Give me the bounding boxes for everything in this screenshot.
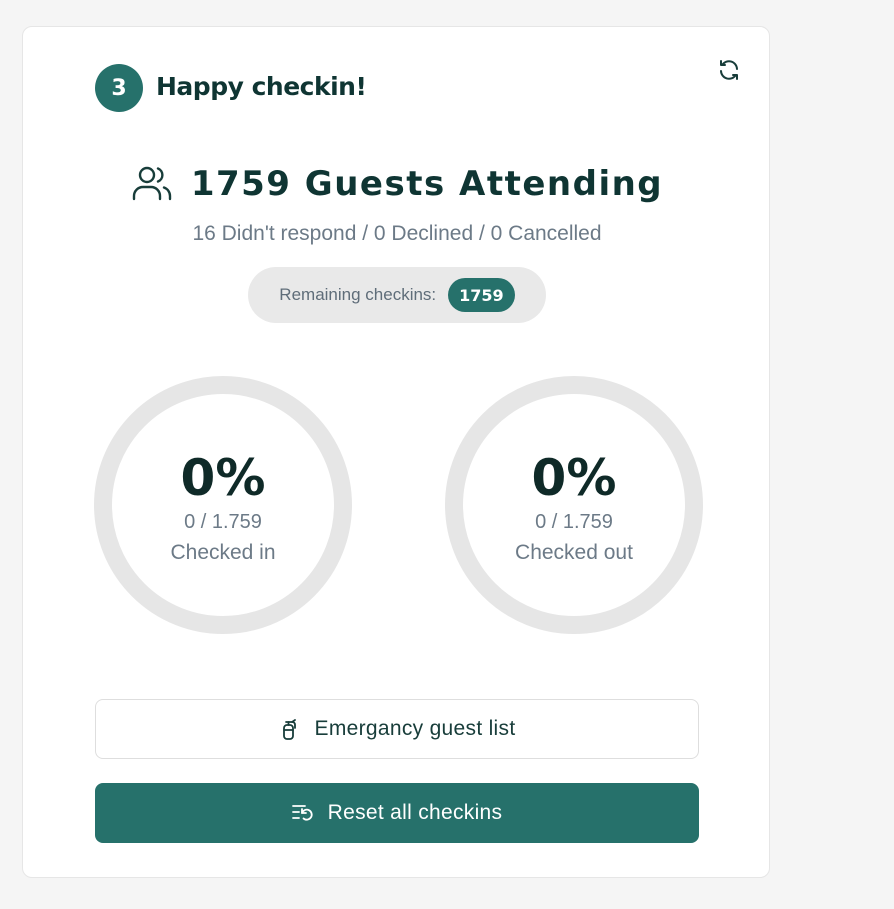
remaining-checkins-label: Remaining checkins: xyxy=(279,285,437,304)
response-summary: 16 Didn't respond / 0 Declined / 0 Cance… xyxy=(192,222,602,245)
refresh-button[interactable] xyxy=(716,57,742,83)
checked-in-percent: 0% xyxy=(180,449,266,507)
emergency-guest-list-button[interactable]: Emergancy guest list xyxy=(95,699,699,759)
checked-in-fraction: 0 / 1.759 xyxy=(184,511,262,533)
checkin-card: 3 Happy checkin! 1759 Guests Attending 1… xyxy=(22,26,770,878)
refresh-icon xyxy=(720,60,738,80)
step-number-badge: 3 xyxy=(95,64,143,112)
checked-out-label: Checked out xyxy=(515,541,633,564)
step-number: 3 xyxy=(111,75,127,101)
emergency-guest-list-label: Emergancy guest list xyxy=(314,717,516,740)
guests-attending-heading: 1759 Guests Attending xyxy=(23,163,771,205)
fire-extinguisher-icon xyxy=(282,719,296,740)
remaining-checkins-count: 1759 xyxy=(448,278,515,312)
step-title: Happy checkin! xyxy=(156,72,367,101)
checked-out-ring: 0% 0 / 1.759 Checked out xyxy=(444,375,704,635)
users-icon xyxy=(132,166,172,201)
checked-in-ring: 0% 0 / 1.759 Checked in xyxy=(93,375,353,635)
checked-in-label: Checked in xyxy=(170,541,276,564)
reset-all-checkins-button[interactable]: Reset all checkins xyxy=(95,783,699,843)
remaining-checkins-pill: Remaining checkins: 1759 xyxy=(248,267,546,323)
reset-all-checkins-label: Reset all checkins xyxy=(327,801,503,824)
reset-list-icon xyxy=(291,805,313,821)
guests-attending-text: 1759 Guests Attending xyxy=(190,164,664,204)
checked-out-percent: 0% xyxy=(531,449,617,507)
checked-out-fraction: 0 / 1.759 xyxy=(535,511,613,533)
